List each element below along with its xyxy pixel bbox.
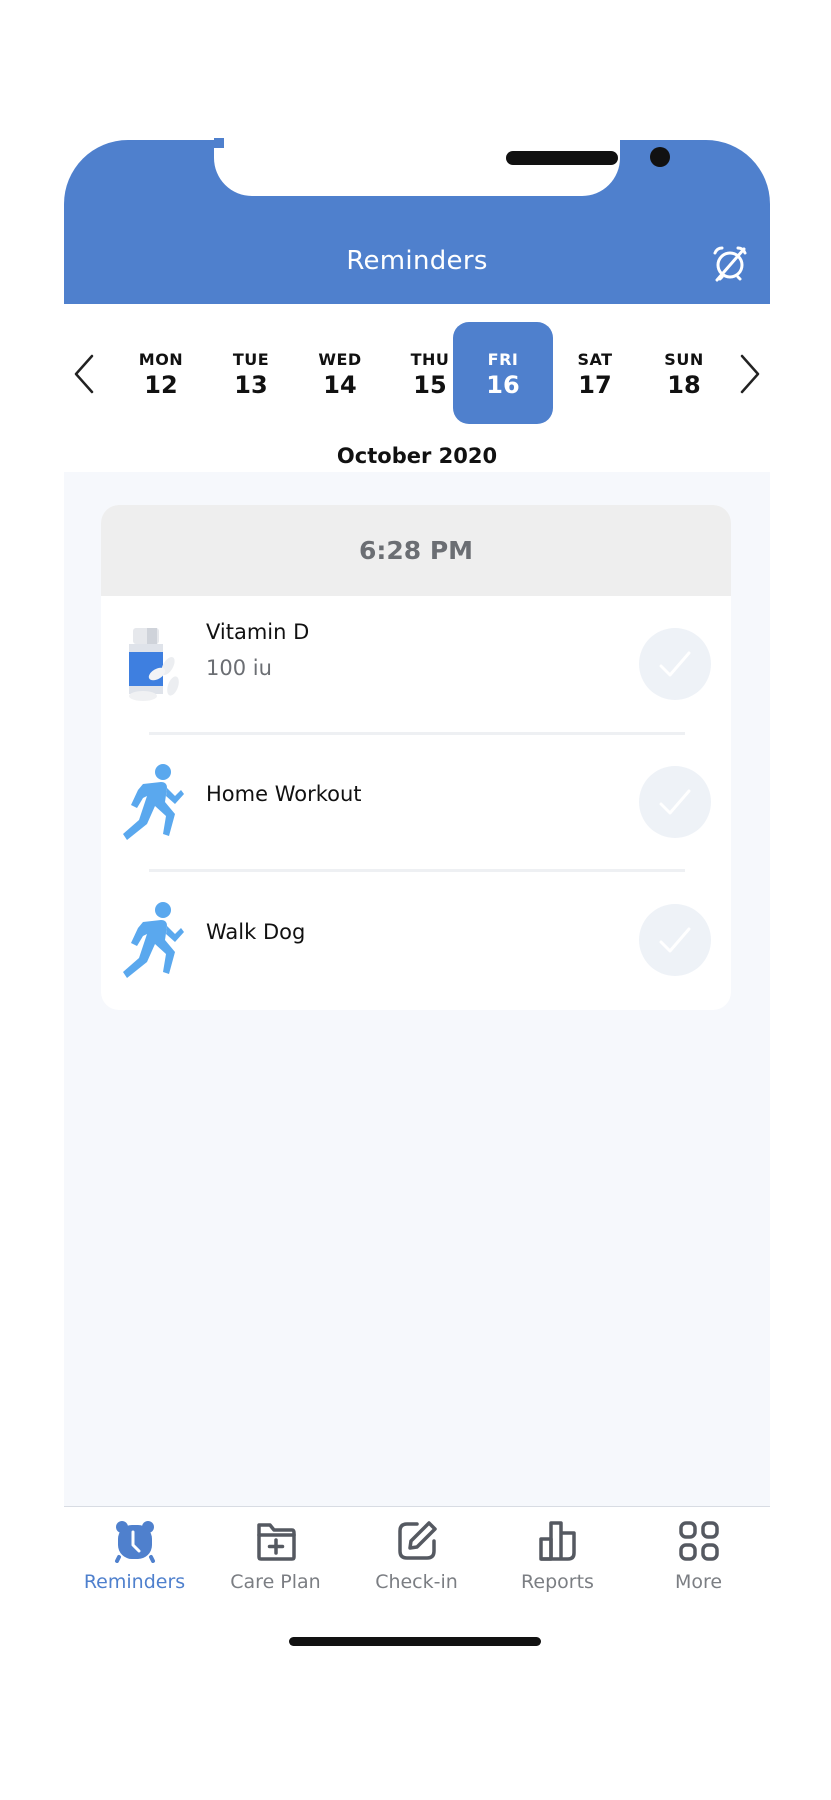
day-name: SAT (577, 350, 613, 369)
day-name: SUN (664, 350, 704, 369)
running-person-icon (123, 764, 184, 840)
chevron-right-icon[interactable] (734, 352, 764, 396)
day-number: 12 (144, 371, 178, 399)
home-indicator[interactable] (289, 1637, 541, 1646)
bottom-tab-bar: Reminders Care Plan Check-in Reports Mor… (64, 1506, 770, 1610)
week-date-strip: MON 12 TUE 13 WED 14 THU 15 FRI 16 SAT 1… (64, 322, 770, 424)
day-number: 13 (234, 371, 268, 399)
tab-check-in[interactable]: Check-in (346, 1519, 487, 1601)
mark-done-button[interactable] (639, 766, 711, 838)
bar-chart-icon (538, 1521, 576, 1561)
checkmark-icon (659, 927, 691, 953)
tab-reports[interactable]: Reports (487, 1519, 628, 1601)
day-name: MON (138, 350, 184, 369)
day-number: 18 (667, 371, 701, 399)
mark-done-button[interactable] (639, 904, 711, 976)
grid-icon (678, 1521, 719, 1561)
day-wed[interactable]: WED 14 (290, 322, 390, 424)
reminder-item[interactable]: Home Workout (101, 734, 731, 870)
day-number: 14 (323, 371, 357, 399)
edit-square-icon (397, 1521, 437, 1560)
tab-label: Reminders (83, 1571, 186, 1593)
reminder-title: Home Workout (206, 782, 362, 806)
tab-label: Care Plan (230, 1571, 321, 1593)
tab-label: Check-in (375, 1571, 458, 1593)
day-sat[interactable]: SAT 17 (545, 322, 645, 424)
reminder-subtitle: 100 iu (206, 656, 272, 680)
reminder-title: Vitamin D (206, 620, 310, 644)
running-person-icon (123, 902, 184, 978)
checkmark-icon (659, 651, 691, 677)
day-mon[interactable]: MON 12 (111, 322, 211, 424)
page-title: Reminders (346, 246, 488, 276)
pill-bottle-icon (129, 628, 179, 701)
reminders-content: 6:28 PM Vitamin D 100 iu Home Workout Wa… (64, 472, 770, 1506)
tab-reminders[interactable]: Reminders (64, 1519, 205, 1601)
reminder-item[interactable]: Walk Dog (101, 872, 731, 1008)
month-label: October 2020 (336, 444, 498, 468)
device-notch (214, 138, 670, 196)
tab-more[interactable]: More (628, 1519, 769, 1601)
day-number: 16 (486, 371, 520, 399)
day-sun[interactable]: SUN 18 (634, 322, 734, 424)
day-number: 17 (578, 371, 612, 399)
reminder-group-card: 6:28 PM Vitamin D 100 iu Home Workout Wa… (101, 505, 731, 1010)
day-name: FRI (487, 350, 519, 369)
day-tue[interactable]: TUE 13 (201, 322, 301, 424)
alarm-clock-icon (114, 1521, 155, 1563)
reminder-title: Walk Dog (206, 920, 306, 944)
checkmark-icon (659, 789, 691, 815)
folder-plus-icon (256, 1523, 296, 1561)
phone-screen: Reminders MON 12 TUE 13 WED 14 THU 15 FR… (64, 138, 770, 1700)
tab-care-plan[interactable]: Care Plan (205, 1519, 346, 1601)
chevron-left-icon[interactable] (70, 352, 100, 396)
tab-label: Reports (521, 1571, 594, 1593)
speaker-grille (506, 151, 618, 165)
day-name: TUE (232, 350, 270, 369)
tab-label: More (674, 1571, 723, 1593)
reminder-time: 6:28 PM (101, 505, 731, 596)
app-header: Reminders (64, 138, 770, 304)
reminder-item[interactable]: Vitamin D 100 iu (101, 596, 731, 732)
day-fri-selected[interactable]: FRI 16 (453, 322, 553, 424)
mark-done-button[interactable] (639, 628, 711, 700)
alarm-off-icon[interactable] (710, 244, 750, 284)
front-camera (650, 147, 670, 167)
day-name: WED (318, 350, 362, 369)
